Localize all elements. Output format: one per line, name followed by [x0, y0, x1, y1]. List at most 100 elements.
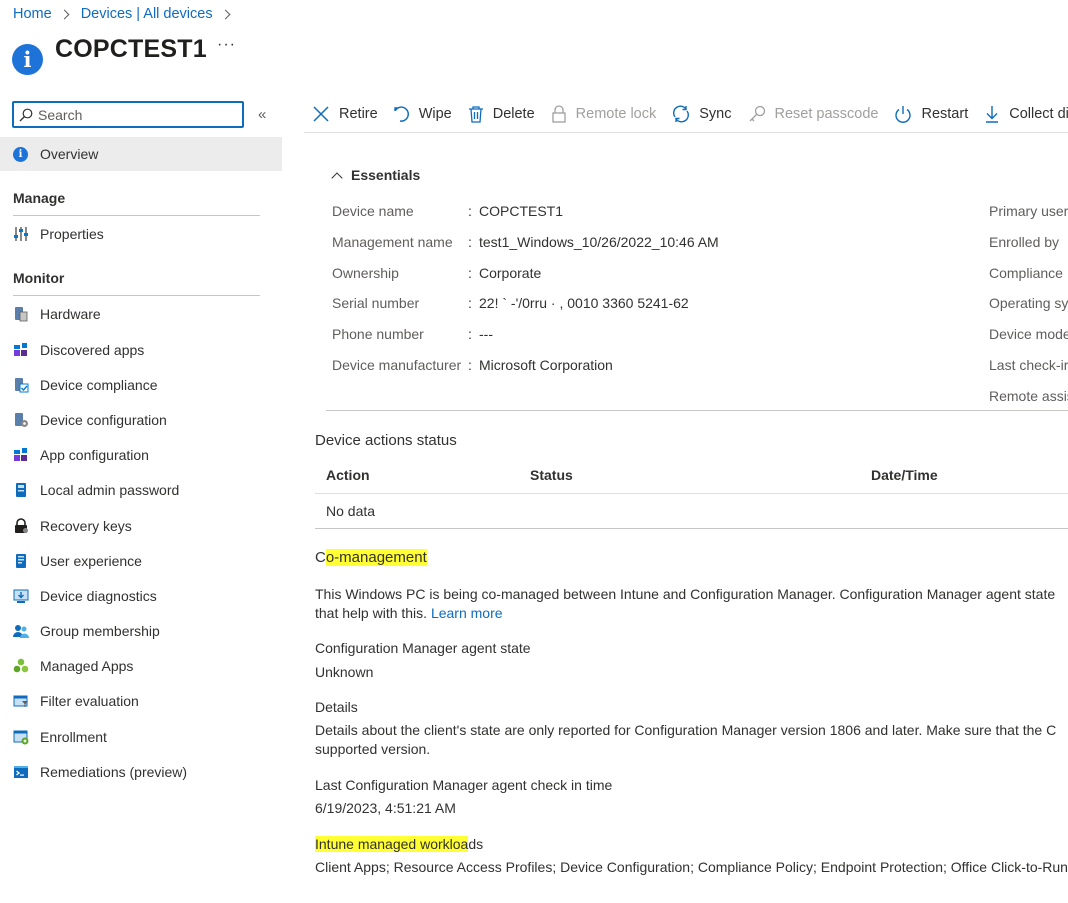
sidebar-item-label: App configuration: [40, 447, 149, 463]
sidebar-item-device-compliance[interactable]: Device compliance: [0, 370, 282, 400]
field-label: Remote assis: [989, 388, 1068, 404]
sidebar-item-label: Remediations (preview): [40, 764, 188, 780]
info-icon: i: [12, 44, 43, 75]
sidebar-item-label: Local admin password: [40, 482, 180, 498]
agent-state-label: Configuration Manager agent state: [315, 640, 531, 656]
delete-label: Delete: [492, 106, 535, 122]
learn-more-link[interactable]: Learn more: [431, 605, 503, 621]
enrollment-icon: [13, 730, 29, 745]
breadcrumb: Home Devices | All devices: [13, 4, 242, 24]
sidebar-item-managed-apps[interactable]: Managed Apps: [0, 651, 282, 681]
sync-icon: [673, 105, 690, 123]
section-manage: Manage: [13, 190, 66, 206]
user-experience-icon: [16, 554, 26, 568]
last-checkin-label: Last Configuration Manager agent check i…: [315, 777, 613, 793]
wipe-button[interactable]: Wipe: [393, 105, 452, 123]
sidebar-item-recovery-keys[interactable]: Recovery keys: [0, 511, 282, 541]
field-label: Management name: [332, 234, 453, 250]
breadcrumb-home-link[interactable]: Home: [13, 6, 52, 22]
sidebar-item-label: Group membership: [40, 623, 160, 639]
reset-passcode-button[interactable]: Reset passcode: [748, 105, 878, 123]
remote-lock-button[interactable]: Remote lock: [551, 105, 657, 123]
power-icon: [895, 106, 912, 123]
field-value: 22! ` -'/0rru · , 0010 3360 5241-62: [479, 295, 689, 311]
field-value: COPCTEST1: [479, 203, 564, 219]
collect-diagnostics-label: Collect dia: [1009, 106, 1068, 122]
sidebar-item-app-configuration[interactable]: App configuration: [0, 440, 282, 470]
essentials-row: Management name: test1_Windows_10/26/2022…: [332, 234, 719, 250]
page-title: COPCTEST1: [55, 35, 207, 63]
sync-label: Sync: [699, 106, 732, 122]
sidebar-item-device-diagnostics[interactable]: Device diagnostics: [0, 581, 282, 611]
field-label: Compliance: [989, 265, 1063, 281]
sidebar-item-overview[interactable]: i Overview: [0, 137, 282, 171]
retire-button[interactable]: Retire: [312, 105, 378, 123]
lock-icon: [15, 518, 28, 533]
description-text: that help with this.: [315, 605, 431, 621]
table-header: Action Status Date/Time: [315, 456, 1068, 494]
filter-icon: [13, 695, 28, 707]
sidebar-item-label: Recovery keys: [40, 518, 132, 534]
details-text: Details about the client's state are onl…: [315, 722, 1057, 738]
field-label: Operating sy: [989, 295, 1068, 311]
sidebar-item-enrollment[interactable]: Enrollment: [0, 722, 282, 752]
sync-button[interactable]: Sync: [672, 105, 732, 123]
sidebar-item-user-experience[interactable]: User experience: [0, 546, 282, 576]
sidebar-item-label: Overview: [40, 146, 99, 162]
sidebar-item-label: Enrollment: [40, 729, 107, 745]
sidebar-item-filter-evaluation[interactable]: Filter evaluation: [0, 686, 282, 716]
sidebar-item-device-configuration[interactable]: Device configuration: [0, 405, 282, 435]
apps-icon: [14, 343, 27, 356]
sidebar-item-discovered-apps[interactable]: Discovered apps: [0, 335, 282, 365]
comanagement-description: This Windows PC is being co-managed betw…: [315, 586, 1056, 602]
sidebar-item-label: Discovered apps: [40, 342, 145, 358]
password-icon: [16, 483, 26, 497]
sidebar-item-group-membership[interactable]: Group membership: [0, 616, 282, 646]
compliance-icon: [15, 378, 29, 393]
search-box: [12, 101, 244, 128]
field-label: Phone number: [332, 326, 424, 342]
essentials-row: Serial number:22! ` -'/0rru · , 0010 336…: [332, 295, 689, 311]
divider: [326, 410, 1068, 411]
essentials-row: Phone number: ---: [332, 326, 493, 342]
apps-icon: [14, 448, 27, 461]
agent-state-value: Unknown: [315, 664, 374, 680]
remote-lock-label: Remote lock: [575, 106, 657, 122]
field-label: Enrolled by: [989, 234, 1060, 250]
restart-label: Restart: [921, 106, 969, 122]
delete-button[interactable]: Delete: [468, 105, 535, 123]
column-header-status[interactable]: Status: [530, 467, 573, 483]
sidebar-item-local-admin-password[interactable]: Local admin password: [0, 475, 282, 505]
sidebar-item-hardware[interactable]: Hardware: [0, 299, 282, 329]
column-header-datetime[interactable]: Date/Time: [871, 467, 938, 483]
column-header-action[interactable]: Action: [326, 467, 370, 483]
field-value: test1_Windows_10/26/2022_10:46 AM: [479, 234, 719, 250]
more-options-button[interactable]: ···: [217, 36, 236, 54]
key-icon: [749, 105, 765, 122]
trash-icon: [468, 106, 483, 123]
sidebar-item-properties[interactable]: Properties: [0, 219, 282, 249]
group-icon: [13, 625, 29, 638]
field-label: Device manufacturer: [332, 357, 462, 373]
close-icon: [313, 106, 329, 122]
comanagement-description-2: that help with this. Learn more: [315, 605, 503, 621]
label-text: ds: [468, 836, 484, 852]
retire-label: Retire: [339, 106, 378, 122]
collect-diagnostics-button[interactable]: Collect dia: [984, 105, 1068, 123]
search-input[interactable]: [38, 106, 228, 123]
field-label: Ownership: [332, 265, 399, 281]
breadcrumb-devices-link[interactable]: Devices | All devices: [81, 6, 213, 22]
restart-button[interactable]: Restart: [894, 105, 968, 123]
divider: [13, 215, 260, 216]
command-bar: Retire Wipe Delete Remote lock Sync Rese…: [304, 96, 1068, 133]
chevron-right-icon: [220, 9, 231, 19]
highlighted-text: Intune managed workloa: [315, 836, 469, 852]
hardware-icon: [15, 307, 28, 322]
collapse-sidebar-icon[interactable]: «: [258, 106, 266, 123]
field-value: Microsoft Corporation: [479, 357, 613, 373]
chevron-right-icon: [59, 9, 70, 19]
divider: [13, 295, 260, 296]
properties-icon: [14, 227, 28, 241]
sidebar-item-remediations[interactable]: Remediations (preview): [0, 757, 282, 787]
essentials-toggle[interactable]: Essentials: [331, 167, 420, 184]
